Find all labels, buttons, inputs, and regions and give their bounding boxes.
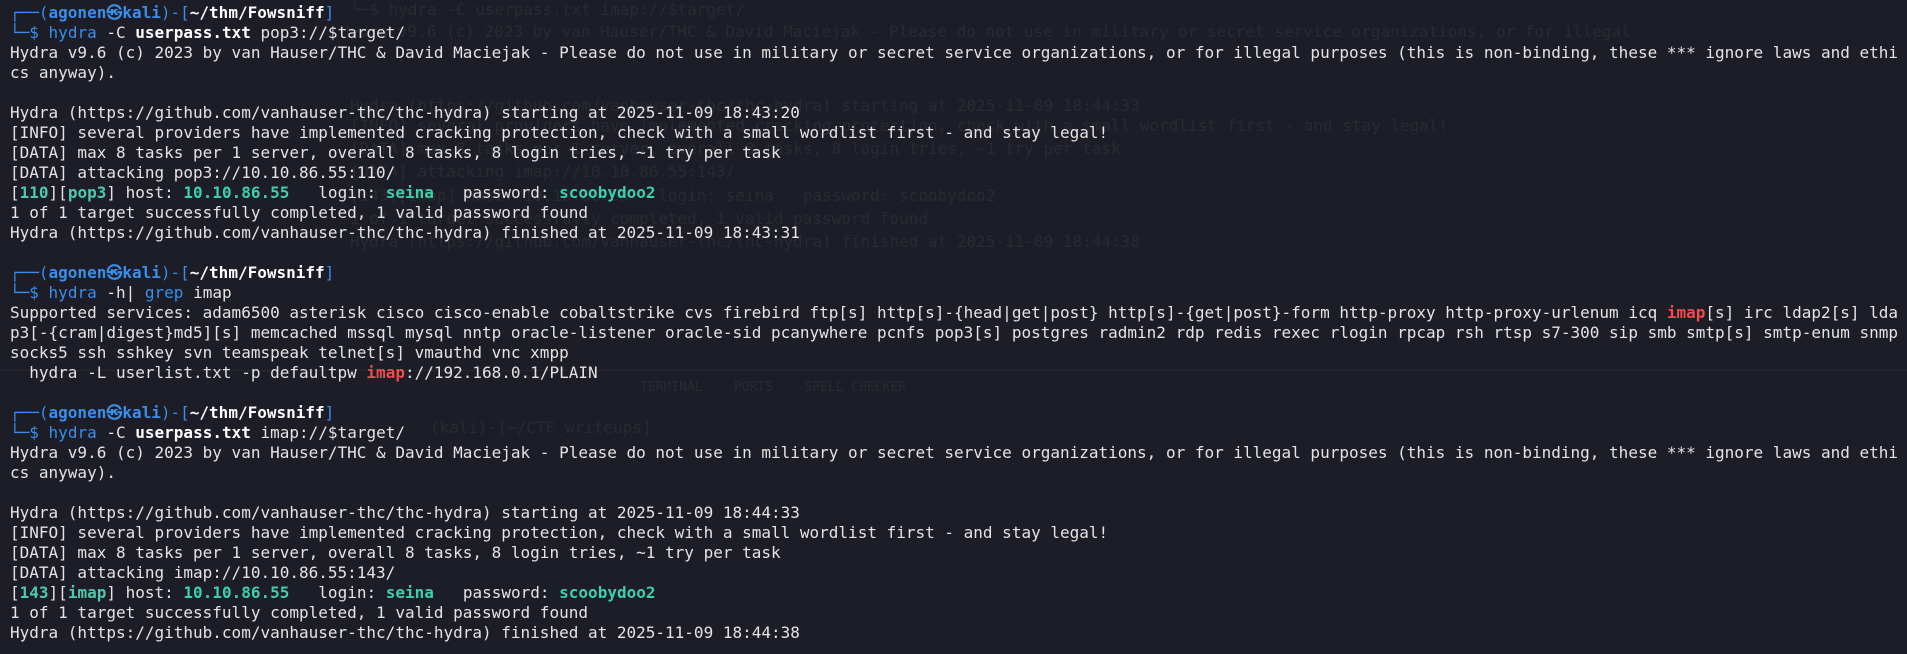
example-text: ://192.168.0.1/PLAIN	[404, 363, 598, 382]
command-line[interactable]: └─$ hydra -C userpass.txt imap://$target…	[10, 423, 1900, 443]
terminal-window[interactable]: └─$ hydra -C userpass.txt imap://$target…	[0, 0, 1907, 654]
hydra-start: Hydra (https://github.com/vanhauser-thc/…	[10, 503, 800, 522]
prompt-frame: ┌──(	[10, 3, 49, 22]
command-pattern: imap	[193, 283, 232, 302]
prompt-dollar: └─$	[10, 283, 39, 302]
hydra-info: [INFO] several providers have implemente…	[10, 123, 1109, 142]
hydra-info: [INFO] several providers have implemente…	[10, 523, 1109, 542]
result-password: scoobydoo2	[559, 583, 656, 602]
result-login: seina	[385, 183, 434, 202]
prompt-dollar: └─$	[10, 23, 39, 42]
result-password: scoobydoo2	[559, 183, 656, 202]
prompt-at-symbol: ㉿	[106, 403, 123, 422]
hydra-finish: Hydra (https://github.com/vanhauser-thc/…	[10, 223, 800, 242]
command-target: imap://$target/	[260, 423, 406, 442]
hydra-data-tasks: [DATA] max 8 tasks per 1 server, overall…	[10, 543, 781, 562]
prompt-path: ~/thm/Fowsniff	[189, 3, 325, 22]
hydra-summary: 1 of 1 target successfully completed, 1 …	[10, 203, 588, 222]
prompt-line: ┌──(agonen㉿kali)-[~/thm/Fowsniff]	[10, 3, 1900, 23]
prompt-frame: ]	[324, 403, 335, 422]
command-flag: -h	[106, 283, 126, 302]
prompt-user: agonen	[48, 3, 107, 22]
hydra-data-tasks: [DATA] max 8 tasks per 1 server, overall…	[10, 143, 781, 162]
hydra-result: [143][imap] host: 10.10.86.55 login: sei…	[10, 583, 656, 602]
prompt-frame: )-[	[160, 263, 190, 282]
result-port: 143	[19, 583, 49, 602]
result-login-label: login:	[318, 583, 377, 602]
services-list: Supported services: adam6500 asterisk ci…	[10, 303, 1900, 363]
hydra-start: Hydra (https://github.com/vanhauser-thc/…	[10, 103, 800, 122]
command-flag: -C	[106, 23, 126, 42]
usage-example: hydra -L userlist.txt -p defaultpw imap:…	[10, 363, 1900, 383]
services-text: Supported services: adam6500 asterisk ci…	[10, 303, 1667, 322]
result-host-label: host:	[125, 583, 174, 602]
prompt-line: ┌──(agonen㉿kali)-[~/thm/Fowsniff]	[10, 263, 1900, 283]
command-file: userpass.txt	[135, 423, 251, 442]
hydra-data-attack: [DATA] attacking pop3://10.10.86.55:110/	[10, 163, 396, 182]
hydra-finish: Hydra (https://github.com/vanhauser-thc/…	[10, 623, 800, 642]
result-service: pop3	[67, 183, 107, 202]
result-port: 110	[19, 183, 49, 202]
prompt-frame: ]	[324, 263, 335, 282]
prompt-at-symbol: ㉿	[106, 3, 123, 22]
prompt-frame: ┌──(	[10, 403, 49, 422]
command-target: pop3://$target/	[260, 23, 406, 42]
prompt-frame: ]	[324, 3, 335, 22]
hydra-result: [110][pop3] host: 10.10.86.55 login: sei…	[10, 183, 656, 202]
prompt-frame: ┌──(	[10, 263, 49, 282]
prompt-user: agonen	[48, 263, 107, 282]
result-service: imap	[67, 583, 107, 602]
prompt-host: kali	[122, 403, 161, 422]
prompt-line: ┌──(agonen㉿kali)-[~/thm/Fowsniff]	[10, 403, 1900, 423]
example-text: hydra -L userlist.txt -p defaultpw	[10, 363, 367, 382]
result-host-label: host:	[125, 183, 174, 202]
result-host: 10.10.86.55	[183, 583, 290, 602]
command-bin: hydra	[48, 283, 97, 302]
grep-match: imap	[1666, 303, 1706, 322]
terminal-output: ┌──(agonen㉿kali)-[~/thm/Fowsniff] └─$ hy…	[10, 3, 1900, 643]
prompt-frame: )-[	[160, 3, 190, 22]
command-line[interactable]: └─$ hydra -C userpass.txt pop3://$target…	[10, 23, 1900, 43]
command-grep: grep	[144, 283, 184, 302]
prompt-frame: )-[	[160, 403, 190, 422]
command-file: userpass.txt	[135, 23, 251, 42]
result-password-label: password:	[462, 183, 550, 202]
grep-match: imap	[366, 363, 405, 382]
prompt-user: agonen	[48, 403, 107, 422]
hydra-banner: Hydra v9.6 (c) 2023 by van Hauser/THC & …	[10, 443, 1899, 482]
prompt-at-symbol: ㉿	[106, 263, 123, 282]
hydra-summary: 1 of 1 target successfully completed, 1 …	[10, 603, 588, 622]
prompt-dollar: └─$	[10, 423, 39, 442]
hydra-data-attack: [DATA] attacking imap://10.10.86.55:143/	[10, 563, 396, 582]
command-bin: hydra	[48, 23, 97, 42]
result-host: 10.10.86.55	[183, 183, 290, 202]
prompt-path: ~/thm/Fowsniff	[189, 263, 325, 282]
command-flag: -C	[106, 423, 126, 442]
prompt-host: kali	[122, 3, 161, 22]
command-line[interactable]: └─$ hydra -h| grep imap	[10, 283, 1900, 303]
command-pipe: |	[125, 283, 136, 302]
result-password-label: password:	[462, 583, 550, 602]
hydra-banner: Hydra v9.6 (c) 2023 by van Hauser/THC & …	[10, 43, 1899, 82]
prompt-host: kali	[122, 263, 161, 282]
result-login: seina	[385, 583, 434, 602]
command-bin: hydra	[48, 423, 97, 442]
prompt-path: ~/thm/Fowsniff	[189, 403, 325, 422]
result-login-label: login:	[318, 183, 377, 202]
